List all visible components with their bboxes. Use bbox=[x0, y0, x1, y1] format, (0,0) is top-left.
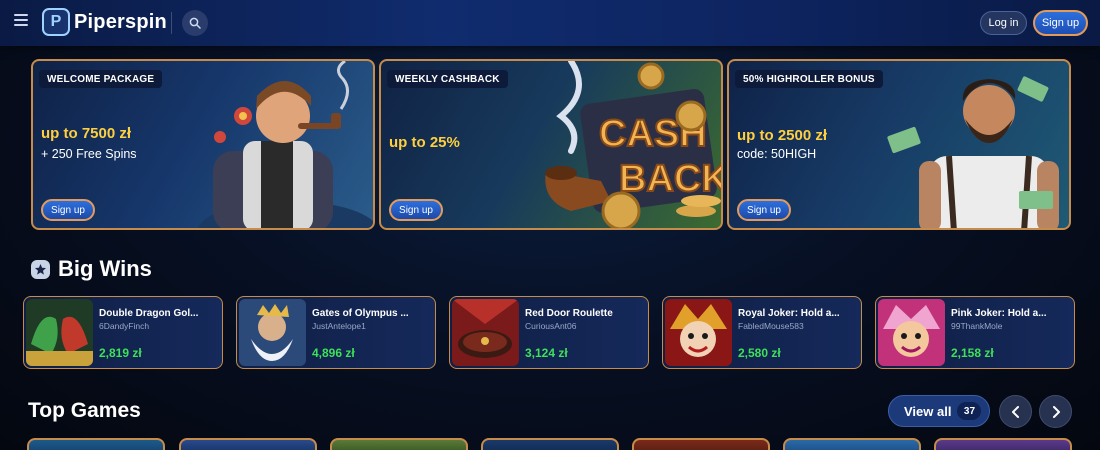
header-divider bbox=[171, 12, 172, 34]
menu-icon[interactable] bbox=[14, 14, 28, 28]
win-amount: 4,896 zł bbox=[312, 346, 355, 360]
win-card[interactable]: Red Door Roulette CuriousAnt06 3,124 zł bbox=[449, 296, 649, 369]
promo-signup-button[interactable]: Sign up bbox=[41, 199, 95, 221]
win-amount: 2,819 zł bbox=[99, 346, 142, 360]
win-card[interactable]: Pink Joker: Hold a... 99ThankMole 2,158 … bbox=[875, 296, 1075, 369]
promo-amount: up to 25% bbox=[389, 134, 460, 151]
win-amount: 2,158 zł bbox=[951, 346, 994, 360]
win-game-title: Pink Joker: Hold a... bbox=[951, 308, 1047, 319]
promo-card-welcome[interactable]: WELCOME PACKAGE up to 7500 zł + 250 Free… bbox=[31, 59, 375, 230]
chevron-left-icon bbox=[1011, 405, 1019, 418]
star-icon bbox=[31, 259, 50, 279]
game-tile[interactable] bbox=[481, 438, 619, 450]
promo-tag: WELCOME PACKAGE bbox=[39, 70, 163, 88]
back-art-text: BACK bbox=[619, 158, 723, 200]
win-username: JustAntelope1 bbox=[312, 321, 366, 331]
game-thumbnail bbox=[239, 299, 306, 366]
promo-signup-button[interactable]: Sign up bbox=[737, 199, 791, 221]
welcome-character-illustration bbox=[198, 61, 373, 228]
carousel-next-button[interactable] bbox=[1039, 395, 1072, 428]
highroller-character-illustration bbox=[887, 76, 1059, 228]
game-tile[interactable] bbox=[330, 438, 468, 450]
promo-subtext: code: 50HIGH bbox=[737, 147, 817, 161]
game-tile[interactable] bbox=[783, 438, 921, 450]
site-logo[interactable]: P Piperspin bbox=[42, 7, 167, 37]
promo-tag: 50% HIGHROLLER BONUS bbox=[735, 70, 883, 88]
signup-button[interactable]: Sign up bbox=[1033, 10, 1088, 36]
win-username: FabledMouse583 bbox=[738, 321, 804, 331]
game-thumbnail bbox=[26, 299, 93, 366]
cashback-illustration: CASH BACK bbox=[545, 61, 723, 228]
promo-amount: up to 7500 zł bbox=[41, 125, 132, 142]
promo-tag: WEEKLY CASHBACK bbox=[387, 70, 508, 88]
win-game-title: Red Door Roulette bbox=[525, 308, 613, 319]
game-tile[interactable] bbox=[632, 438, 770, 450]
win-amount: 3,124 zł bbox=[525, 346, 568, 360]
game-tile[interactable] bbox=[179, 438, 317, 450]
win-card[interactable]: Royal Joker: Hold a... FabledMouse583 2,… bbox=[662, 296, 862, 369]
game-tile[interactable] bbox=[27, 438, 165, 450]
chevron-right-icon bbox=[1052, 405, 1060, 418]
win-username: 99ThankMole bbox=[951, 321, 1003, 331]
view-all-label: View all bbox=[904, 403, 952, 419]
carousel-prev-button[interactable] bbox=[999, 395, 1032, 428]
game-tile[interactable] bbox=[934, 438, 1072, 450]
game-thumbnail bbox=[452, 299, 519, 366]
win-card[interactable]: Double Dragon Gol... 6DandyFinch 2,819 z… bbox=[23, 296, 223, 369]
view-all-count: 37 bbox=[957, 402, 982, 420]
win-card[interactable]: Gates of Olympus ... JustAntelope1 4,896… bbox=[236, 296, 436, 369]
win-game-title: Royal Joker: Hold a... bbox=[738, 308, 840, 319]
promo-card-cashback[interactable]: CASH BACK WEEKLY CASHBACK up to 25% Sign… bbox=[379, 59, 723, 230]
top-header: P Piperspin Log in Sign up bbox=[0, 0, 1100, 46]
game-thumbnail bbox=[665, 299, 732, 366]
big-wins-title: Big Wins bbox=[58, 256, 152, 281]
win-game-title: Double Dragon Gol... bbox=[99, 308, 199, 319]
win-amount: 2,580 zł bbox=[738, 346, 781, 360]
login-button[interactable]: Log in bbox=[980, 11, 1027, 35]
win-username: 6DandyFinch bbox=[99, 321, 150, 331]
logo-mark: P bbox=[42, 8, 70, 36]
logo-text: Piperspin bbox=[74, 10, 167, 33]
big-wins-heading: Big Wins bbox=[31, 256, 152, 282]
search-icon bbox=[189, 17, 201, 29]
game-thumbnail bbox=[878, 299, 945, 366]
win-username: CuriousAnt06 bbox=[525, 321, 577, 331]
search-button[interactable] bbox=[182, 10, 208, 36]
top-games-title: Top Games bbox=[28, 399, 141, 422]
promo-card-highroller[interactable]: 50% HIGHROLLER BONUS up to 2500 zł code:… bbox=[727, 59, 1071, 230]
win-game-title: Gates of Olympus ... bbox=[312, 308, 409, 319]
promo-amount: up to 2500 zł bbox=[737, 127, 828, 144]
view-all-button[interactable]: View all 37 bbox=[888, 395, 990, 427]
promo-subtext: + 250 Free Spins bbox=[41, 147, 137, 161]
promo-signup-button[interactable]: Sign up bbox=[389, 199, 443, 221]
